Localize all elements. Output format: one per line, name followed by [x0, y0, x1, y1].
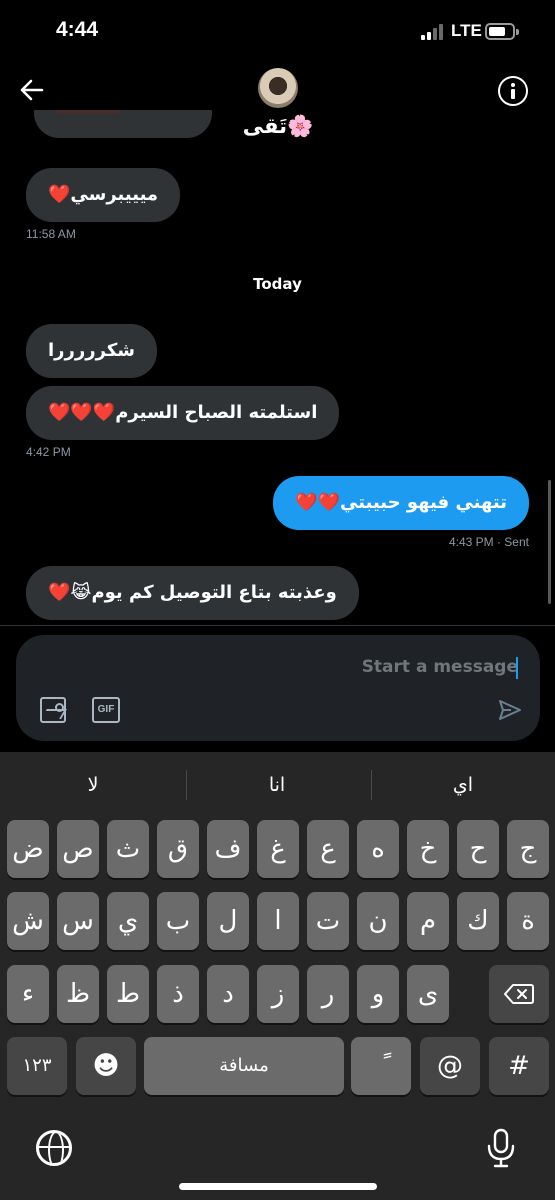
key[interactable]: ص	[57, 820, 99, 878]
key[interactable]: ب	[157, 892, 199, 950]
globe-icon[interactable]	[36, 1130, 72, 1166]
message-bubble-incoming[interactable]: ميييبرسي❤️	[26, 168, 181, 222]
key[interactable]: ى	[407, 965, 449, 1023]
signal-icon	[421, 24, 447, 40]
key[interactable]: م	[407, 892, 449, 950]
at-key[interactable]: @	[420, 1037, 480, 1095]
diacritic-key[interactable]: ً	[351, 1037, 411, 1095]
key[interactable]: ح	[457, 820, 499, 878]
numbers-key[interactable]: ١٢٣	[7, 1037, 67, 1095]
message-timestamp: 4:42 PM	[26, 445, 71, 459]
home-indicator	[179, 1183, 377, 1190]
message-status-timestamp: 4:43 PM · Sent	[448, 535, 529, 549]
status-time: 4:44	[56, 18, 99, 41]
suggestion-divider	[186, 770, 187, 800]
message-composer[interactable]: Start a message	[16, 635, 540, 741]
key[interactable]: ز	[257, 965, 299, 1023]
key[interactable]: ق	[157, 820, 199, 878]
space-key[interactable]: مسافة	[144, 1037, 344, 1095]
key[interactable]: خ	[407, 820, 449, 878]
key[interactable]: ط	[107, 965, 149, 1023]
contact-avatar[interactable]	[258, 68, 298, 108]
key[interactable]: ذ	[157, 965, 199, 1023]
message-input[interactable]: Start a message	[362, 657, 518, 677]
key[interactable]: ي	[107, 892, 149, 950]
backspace-icon	[504, 984, 534, 1004]
key[interactable]: ش	[7, 892, 49, 950]
key[interactable]: ث	[107, 820, 149, 878]
gif-icon[interactable]: GIF	[92, 697, 120, 723]
battery-icon	[485, 23, 519, 40]
message-bubble-partial[interactable]	[34, 110, 212, 138]
message-bubble-incoming[interactable]: وعذبته بتاع التوصيل كم يوم😹❤️	[26, 566, 359, 620]
key[interactable]: ك	[457, 892, 499, 950]
day-separator: Today	[253, 275, 302, 293]
message-bubble-incoming[interactable]: استلمته الصباح السيرم❤️❤️❤️	[26, 386, 340, 440]
image-icon[interactable]	[40, 697, 66, 723]
status-bar: 4:44 LTE	[0, 0, 555, 62]
send-icon[interactable]	[498, 698, 522, 722]
key[interactable]: ة	[507, 892, 549, 950]
info-icon[interactable]	[498, 76, 528, 106]
network-label: LTE	[451, 21, 482, 40]
key[interactable]: ل	[207, 892, 249, 950]
key[interactable]: ء	[7, 965, 49, 1023]
scrollbar[interactable]	[548, 480, 551, 604]
back-arrow-icon[interactable]	[18, 78, 46, 102]
key[interactable]: ج	[507, 820, 549, 878]
key[interactable]: ع	[307, 820, 349, 878]
key[interactable]: ه	[357, 820, 399, 878]
key[interactable]: ر	[307, 965, 349, 1023]
suggestion-divider	[371, 770, 372, 800]
hash-key[interactable]: #	[489, 1037, 549, 1095]
key[interactable]: غ	[257, 820, 299, 878]
suggestion-left[interactable]: لا	[20, 766, 166, 804]
message-timestamp: 11:58 AM	[26, 227, 76, 241]
key[interactable]: ت	[307, 892, 349, 950]
suggestion-middle[interactable]: انا	[204, 766, 350, 804]
key[interactable]: ظ	[57, 965, 99, 1023]
text-cursor	[516, 657, 518, 679]
key[interactable]: ن	[357, 892, 399, 950]
key[interactable]: د	[207, 965, 249, 1023]
suggestion-right[interactable]: اي	[390, 766, 536, 804]
backspace-key[interactable]	[489, 965, 549, 1023]
message-bubble-outgoing[interactable]: تتهني فيهو حبيبتي❤️❤️	[273, 476, 529, 530]
divider	[0, 625, 555, 626]
message-bubble-incoming[interactable]: شكرررررا	[26, 324, 157, 378]
key[interactable]: ض	[7, 820, 49, 878]
key[interactable]: ا	[257, 892, 299, 950]
key[interactable]: س	[57, 892, 99, 950]
key[interactable]: ف	[207, 820, 249, 878]
key[interactable]: و	[357, 965, 399, 1023]
mic-icon[interactable]	[486, 1128, 516, 1168]
emoji-key[interactable]: ☻	[76, 1037, 136, 1095]
conversation-thread[interactable]: ميييبرسي❤️ 11:58 AM Today شكرررررا استلم…	[0, 110, 555, 625]
